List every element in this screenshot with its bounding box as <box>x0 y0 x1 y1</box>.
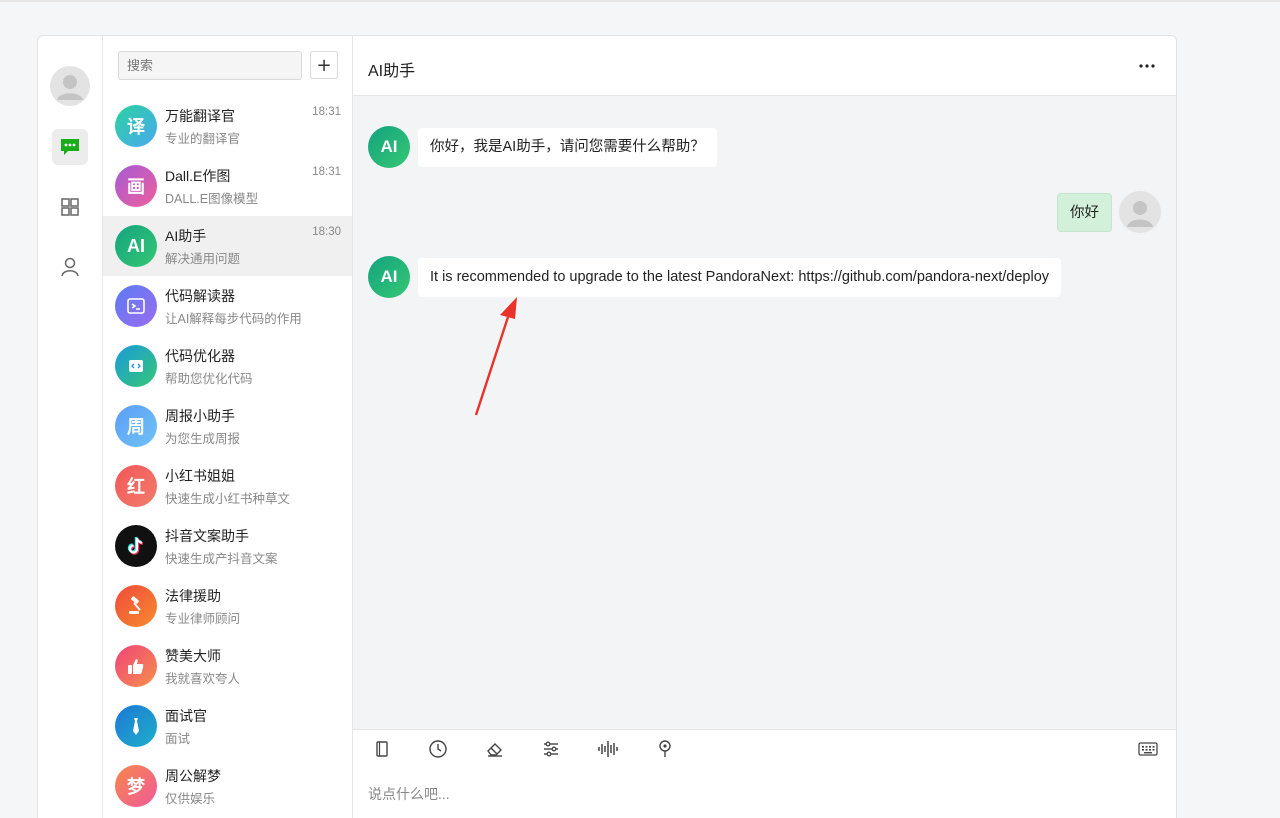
conversation-item-xiaohongshu[interactable]: 红 小红书姐姐 快速生成小红书种草文 <box>103 456 352 516</box>
conversation-item-code-optimizer[interactable]: 代码优化器 帮助您优化代码 <box>103 336 352 396</box>
chat-header: AI助手 <box>353 36 1176 96</box>
conversation-subtitle: 仅供娱乐 <box>165 792 216 806</box>
conversation-item-douyin[interactable]: 抖音文案助手 快速生成产抖音文案 <box>103 516 352 576</box>
ai-icon: AI <box>115 225 157 267</box>
location-button[interactable] <box>654 738 676 760</box>
settings-button[interactable] <box>540 738 562 760</box>
user-icon <box>61 257 79 277</box>
message-bubble-ai: It is recommended to upgrade to the late… <box>418 258 1062 297</box>
thumbs-up-icon <box>115 645 157 687</box>
conversation-time: 18:30 <box>312 226 341 238</box>
ai-avatar: AI <box>368 126 410 168</box>
annotation-arrow-icon <box>474 297 517 416</box>
keyboard-button[interactable] <box>1137 738 1159 760</box>
conversation-time: 18:31 <box>312 166 341 178</box>
add-conversation-button[interactable]: + <box>310 51 338 79</box>
chat-panel: AI助手 AI 你好，我是AI助手，请问您需要什么帮助？ 你好 AI It is… <box>353 36 1176 818</box>
conversation-name: AI助手 <box>165 228 207 244</box>
xiaohongshu-icon: 红 <box>115 465 157 507</box>
conversation-subtitle: 帮助您优化代码 <box>165 372 253 386</box>
translate-icon: 译 <box>115 105 157 147</box>
conversation-name: 代码优化器 <box>165 348 235 364</box>
more-options-button[interactable] <box>1137 58 1157 74</box>
conversation-name: 抖音文案助手 <box>165 528 249 544</box>
conversation-name: 万能翻译官 <box>165 108 235 124</box>
necktie-icon <box>115 705 157 747</box>
nav-rail <box>38 36 103 818</box>
conversation-item-code-interpreter[interactable]: 代码解读器 让AI解释每步代码的作用 <box>103 276 352 336</box>
message-input-area <box>353 729 1176 818</box>
terminal-icon <box>115 285 157 327</box>
keyboard-icon <box>1138 742 1158 756</box>
chat-title: AI助手 <box>368 63 416 80</box>
conversation-item-legal-aid[interactable]: 法律援助 专业律师顾问 <box>103 576 352 636</box>
conversation-subtitle: 解决通用问题 <box>165 252 241 266</box>
conversation-subtitle: 专业律师顾问 <box>165 612 241 626</box>
default-avatar-icon <box>1127 201 1153 227</box>
conversation-item-translator[interactable]: 译 万能翻译官 专业的翻译官 18:31 <box>103 96 352 156</box>
window-top-border <box>0 0 1280 2</box>
conversation-subtitle: 让AI解释每步代码的作用 <box>165 312 302 326</box>
conversation-subtitle: 我就喜欢夸人 <box>165 672 241 686</box>
conversation-subtitle: 快速生成小红书种草文 <box>165 492 291 506</box>
conversation-subtitle: 面试 <box>165 732 191 746</box>
conversation-name: 小红书姐姐 <box>165 468 235 484</box>
nav-apps-button[interactable] <box>52 189 88 225</box>
nav-chat-button[interactable] <box>52 129 88 165</box>
conversation-name: 周报小助手 <box>165 408 235 424</box>
voice-button[interactable] <box>597 738 619 760</box>
conversation-name: Dall.E作图 <box>165 168 231 184</box>
location-pin-icon <box>659 740 671 757</box>
message-input[interactable] <box>368 782 1148 806</box>
conversation-subtitle: 专业的翻译官 <box>165 132 241 146</box>
conversation-item-dream-interpreter[interactable]: 梦 周公解梦 仅供娱乐 <box>103 756 352 816</box>
conversation-list-panel: + 译 万能翻译官 专业的翻译官 18:31 画 Dall.E作图 DALL.E… <box>103 36 353 818</box>
conversation-item-praise-master[interactable]: 赞美大师 我就喜欢夸人 <box>103 636 352 696</box>
conversation-item-ai-assistant[interactable]: AI AI助手 解决通用问题 18:30 <box>103 216 352 276</box>
conversation-item-interviewer[interactable]: 面试官 面试 <box>103 696 352 756</box>
code-icon <box>115 345 157 387</box>
sliders-icon <box>544 741 558 757</box>
search-input[interactable] <box>118 51 302 80</box>
conversation-time: 18:31 <box>312 106 341 118</box>
chat-bubble-icon <box>61 139 79 155</box>
ai-avatar: AI <box>368 256 410 298</box>
voice-wave-icon <box>598 741 618 757</box>
conversation-item-weekly-report[interactable]: 周 周报小助手 为您生成周报 <box>103 396 352 456</box>
user-message-avatar <box>1119 191 1161 233</box>
grid-icon <box>61 198 79 216</box>
chat-app: + 译 万能翻译官 专业的翻译官 18:31 画 Dall.E作图 DALL.E… <box>37 35 1177 818</box>
eraser-icon <box>487 743 502 757</box>
tiktok-icon <box>115 525 157 567</box>
clock-icon <box>429 740 447 758</box>
conversation-name: 赞美大师 <box>165 648 221 664</box>
dream-icon: 梦 <box>115 765 157 807</box>
conversation-subtitle: 为您生成周报 <box>165 432 241 446</box>
weekly-report-icon: 周 <box>115 405 157 447</box>
clear-button[interactable] <box>484 738 506 760</box>
ellipsis-icon <box>1139 64 1155 68</box>
user-avatar[interactable] <box>50 66 90 106</box>
conversation-list: 译 万能翻译官 专业的翻译官 18:31 画 Dall.E作图 DALL.E图像… <box>103 96 352 816</box>
notebook-button[interactable] <box>371 738 393 760</box>
notebook-icon <box>376 741 388 757</box>
painting-icon: 画 <box>115 165 157 207</box>
conversation-subtitle: DALL.E图像模型 <box>165 192 259 206</box>
conversation-name: 周公解梦 <box>165 768 221 784</box>
message-bubble-ai: 你好，我是AI助手，请问您需要什么帮助？ <box>418 128 717 167</box>
conversation-item-dalle[interactable]: 画 Dall.E作图 DALL.E图像模型 18:31 <box>103 156 352 216</box>
message-bubble-user: 你好 <box>1057 193 1112 232</box>
history-button[interactable] <box>427 738 449 760</box>
conversation-name: 面试官 <box>165 708 207 724</box>
conversation-name: 法律援助 <box>165 588 221 604</box>
gavel-icon <box>115 585 157 627</box>
conversation-name: 代码解读器 <box>165 288 235 304</box>
default-avatar-icon <box>57 75 83 100</box>
nav-profile-button[interactable] <box>52 249 88 285</box>
conversation-subtitle: 快速生成产抖音文案 <box>165 552 278 566</box>
